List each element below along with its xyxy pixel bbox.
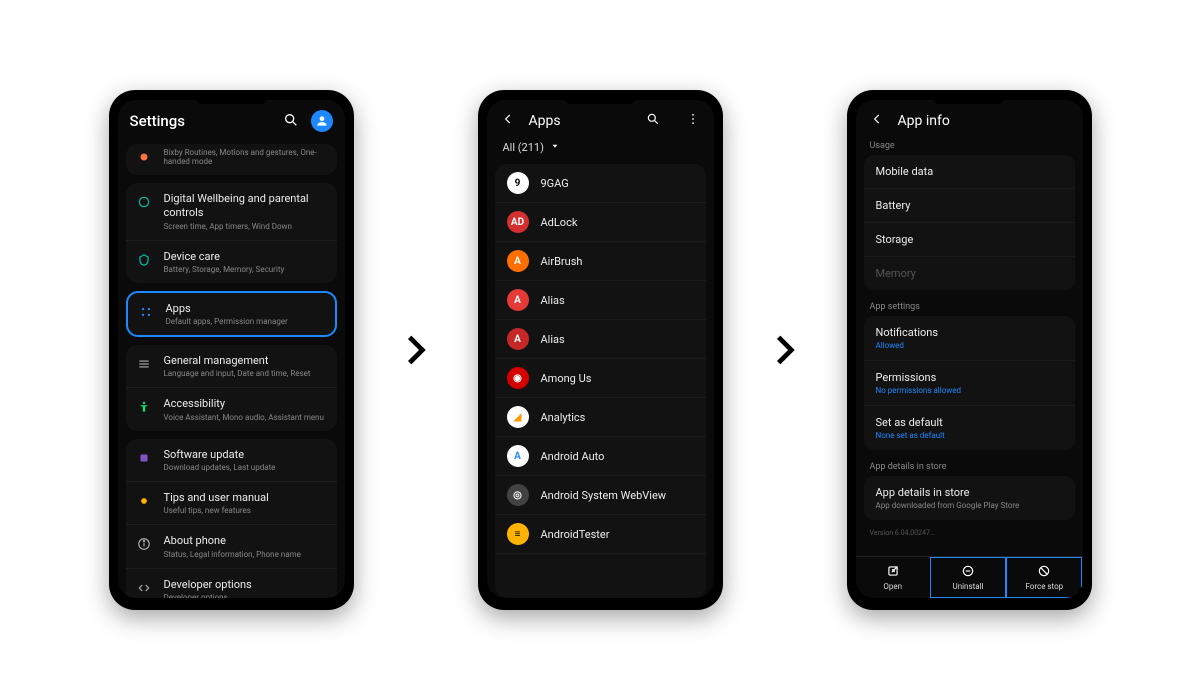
app-info-title: App info	[898, 113, 950, 129]
more-icon[interactable]	[686, 112, 700, 129]
app-settings-card: NotificationsAllowed PermissionsNo permi…	[864, 316, 1075, 450]
app-icon: A	[507, 445, 529, 467]
app-info-bottombar: Open Uninstall Force stop	[856, 556, 1083, 598]
chevron-down-icon	[550, 141, 560, 154]
phone-apps-list: Apps All (211) 9 9GAG AD AdLock A AirBrush A Al…	[478, 90, 723, 610]
app-name: Among Us	[541, 372, 592, 385]
chevron-right-icon	[763, 328, 807, 372]
profile-avatar-icon[interactable]	[311, 110, 333, 132]
apps-grid-icon	[138, 304, 154, 320]
app-info-store-details[interactable]: App details in storeApp downloaded from …	[864, 476, 1075, 520]
search-icon[interactable]	[283, 112, 299, 131]
app-settings-header: App settings	[856, 296, 1083, 316]
app-row[interactable]: A Alias	[495, 281, 706, 320]
settings-row-apps[interactable]: AppsDefault apps, Permission manager	[126, 291, 337, 337]
app-row[interactable]: A Android Auto	[495, 437, 706, 476]
settings-row-about[interactable]: About phoneStatus, Legal information, Ph…	[126, 525, 337, 568]
app-row[interactable]: ◎ Android System WebView	[495, 476, 706, 515]
app-icon: 9	[507, 172, 529, 194]
app-icon: ◉	[507, 367, 529, 389]
app-name: AirBrush	[541, 255, 583, 268]
app-info-mobile-data[interactable]: Mobile data	[864, 155, 1075, 189]
app-row[interactable]: ≡ AndroidTester	[495, 515, 706, 554]
app-row[interactable]: ◉ Among Us	[495, 359, 706, 398]
apps-list[interactable]: 9 9GAG AD AdLock A AirBrush A Alias A Alias ◉ Among…	[495, 164, 706, 598]
uninstall-button[interactable]: Uninstall	[930, 557, 1006, 598]
tips-icon	[136, 493, 152, 509]
app-version: Version 6.04.00247…	[856, 526, 1083, 540]
settings-group-2: General managementLanguage and input, Da…	[126, 345, 337, 431]
app-row[interactable]: AD AdLock	[495, 203, 706, 242]
device-care-icon	[136, 252, 152, 268]
store-card: App details in storeApp downloaded from …	[864, 476, 1075, 520]
info-icon	[136, 536, 152, 552]
force-stop-button[interactable]: Force stop	[1006, 557, 1082, 598]
settings-row-wellbeing[interactable]: Digital Wellbeing and parental controlsS…	[126, 183, 337, 241]
app-info-memory: Memory	[864, 257, 1075, 290]
settings-group-3: Software updateDownload updates, Last up…	[126, 439, 337, 598]
settings-group-truncated: Bixby Routines, Motions and gestures, On…	[126, 144, 337, 175]
forcestop-icon	[1037, 564, 1051, 580]
app-name: 9GAG	[541, 177, 569, 190]
settings-row-tips[interactable]: Tips and user manualUseful tips, new fea…	[126, 482, 337, 525]
app-name: Analytics	[541, 411, 586, 424]
app-row[interactable]: ◢ Analytics	[495, 398, 706, 437]
app-name: AndroidTester	[541, 528, 610, 541]
settings-row-device-care[interactable]: Device careBattery, Storage, Memory, Sec…	[126, 241, 337, 283]
settings-row-developer[interactable]: Developer optionsDeveloper options	[126, 569, 337, 598]
settings-row-advanced[interactable]: Bixby Routines, Motions and gestures, On…	[126, 144, 337, 175]
app-icon: AD	[507, 211, 529, 233]
app-name: Android Auto	[541, 450, 605, 463]
phone-app-info: App info Usage Mobile data Battery Stora…	[847, 90, 1092, 610]
search-icon[interactable]	[646, 112, 660, 129]
open-button[interactable]: Open	[856, 557, 930, 598]
app-icon: ≡	[507, 523, 529, 545]
app-info-header: App info	[856, 100, 1083, 135]
app-name: Android System WebView	[541, 489, 667, 502]
apps-title: Apps	[529, 113, 561, 129]
settings-group-1: Digital Wellbeing and parental controlsS…	[126, 183, 337, 283]
app-info-set-default[interactable]: Set as defaultNone set as default	[864, 406, 1075, 450]
back-icon[interactable]	[501, 112, 515, 129]
chevron-right-icon	[394, 328, 438, 372]
app-row[interactable]: A AirBrush	[495, 242, 706, 281]
app-icon: A	[507, 328, 529, 350]
accessibility-icon	[136, 399, 152, 415]
app-name: AdLock	[541, 216, 578, 229]
app-icon: ◎	[507, 484, 529, 506]
usage-header: Usage	[856, 135, 1083, 155]
app-name: Alias	[541, 294, 565, 307]
settings-title: Settings	[130, 112, 186, 130]
settings-row-software-update[interactable]: Software updateDownload updates, Last up…	[126, 439, 337, 482]
usage-card: Mobile data Battery Storage Memory	[864, 155, 1075, 290]
settings-row-general[interactable]: General managementLanguage and input, Da…	[126, 345, 337, 388]
store-header: App details in store	[856, 456, 1083, 476]
app-info-permissions[interactable]: PermissionsNo permissions allowed	[864, 361, 1075, 406]
general-icon	[136, 356, 152, 372]
back-icon[interactable]	[870, 112, 884, 129]
app-row[interactable]: A Alias	[495, 320, 706, 359]
settings-header: Settings	[118, 100, 345, 140]
uninstall-icon	[961, 564, 975, 580]
app-icon: A	[507, 289, 529, 311]
wellbeing-icon	[136, 194, 152, 210]
apps-filter-dropdown[interactable]: All (211)	[487, 135, 714, 162]
settings-row-accessibility[interactable]: AccessibilityVoice Assistant, Mono audio…	[126, 388, 337, 430]
gesture-icon	[136, 149, 152, 165]
app-row[interactable]: 9 9GAG	[495, 164, 706, 203]
open-icon	[886, 564, 900, 580]
app-info-battery[interactable]: Battery	[864, 189, 1075, 223]
app-name: Alias	[541, 333, 565, 346]
dev-icon	[136, 580, 152, 596]
phone-settings: Settings Bixby Routines, Motions and ges…	[109, 90, 354, 610]
app-info-notifications[interactable]: NotificationsAllowed	[864, 316, 1075, 361]
app-icon: A	[507, 250, 529, 272]
update-icon	[136, 450, 152, 466]
app-icon: ◢	[507, 406, 529, 428]
apps-header: Apps	[487, 100, 714, 135]
app-info-storage[interactable]: Storage	[864, 223, 1075, 257]
